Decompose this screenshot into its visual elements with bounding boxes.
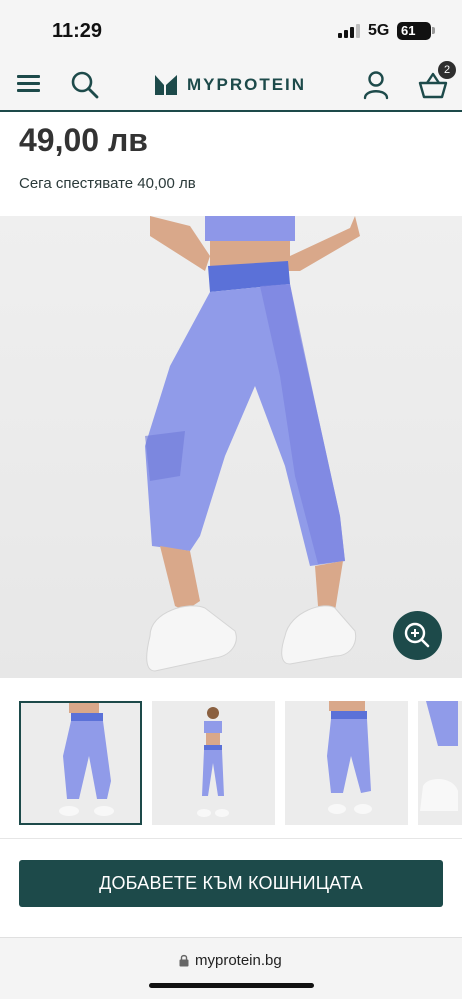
lock-icon [179, 954, 189, 967]
zoom-button[interactable] [393, 611, 442, 660]
site-header: MYPROTEIN 2 [0, 58, 462, 112]
network-label: 5G [368, 22, 390, 39]
status-bar: 11:29 5G 61 [0, 0, 462, 58]
thumbnail-4[interactable] [418, 701, 462, 825]
thumbnail-2[interactable] [152, 701, 275, 825]
url-text[interactable]: myprotein.bg [195, 952, 282, 969]
status-time: 11:29 [52, 20, 103, 42]
menu-icon[interactable] [17, 74, 41, 94]
product-price: 49,00 лв [19, 122, 148, 158]
thumbnail-1[interactable] [19, 701, 142, 825]
main-product-image[interactable] [0, 216, 462, 678]
thumbnail-3[interactable] [285, 701, 408, 825]
account-icon[interactable] [362, 70, 390, 100]
zoom-in-icon [404, 622, 430, 648]
savings-text: Сега спестявате 40,00 лв [19, 175, 196, 192]
search-icon[interactable] [70, 70, 100, 100]
logo-mark-icon [155, 75, 177, 95]
battery-level: 61 [401, 23, 416, 38]
browser-url-bar[interactable]: myprotein.bg [0, 937, 462, 999]
basket-count-badge: 2 [438, 61, 456, 79]
brand-name: MYPROTEIN [187, 75, 307, 94]
battery-icon: 61 [397, 22, 435, 40]
add-to-basket-button[interactable]: ДОБАВЕТЕ КЪМ КОШНИЦАТА [19, 860, 443, 907]
divider [0, 838, 462, 839]
home-indicator[interactable] [149, 983, 314, 988]
signal-icon [338, 24, 360, 38]
thumbnail-strip[interactable] [19, 701, 462, 825]
brand-logo[interactable]: MYPROTEIN [155, 74, 306, 96]
